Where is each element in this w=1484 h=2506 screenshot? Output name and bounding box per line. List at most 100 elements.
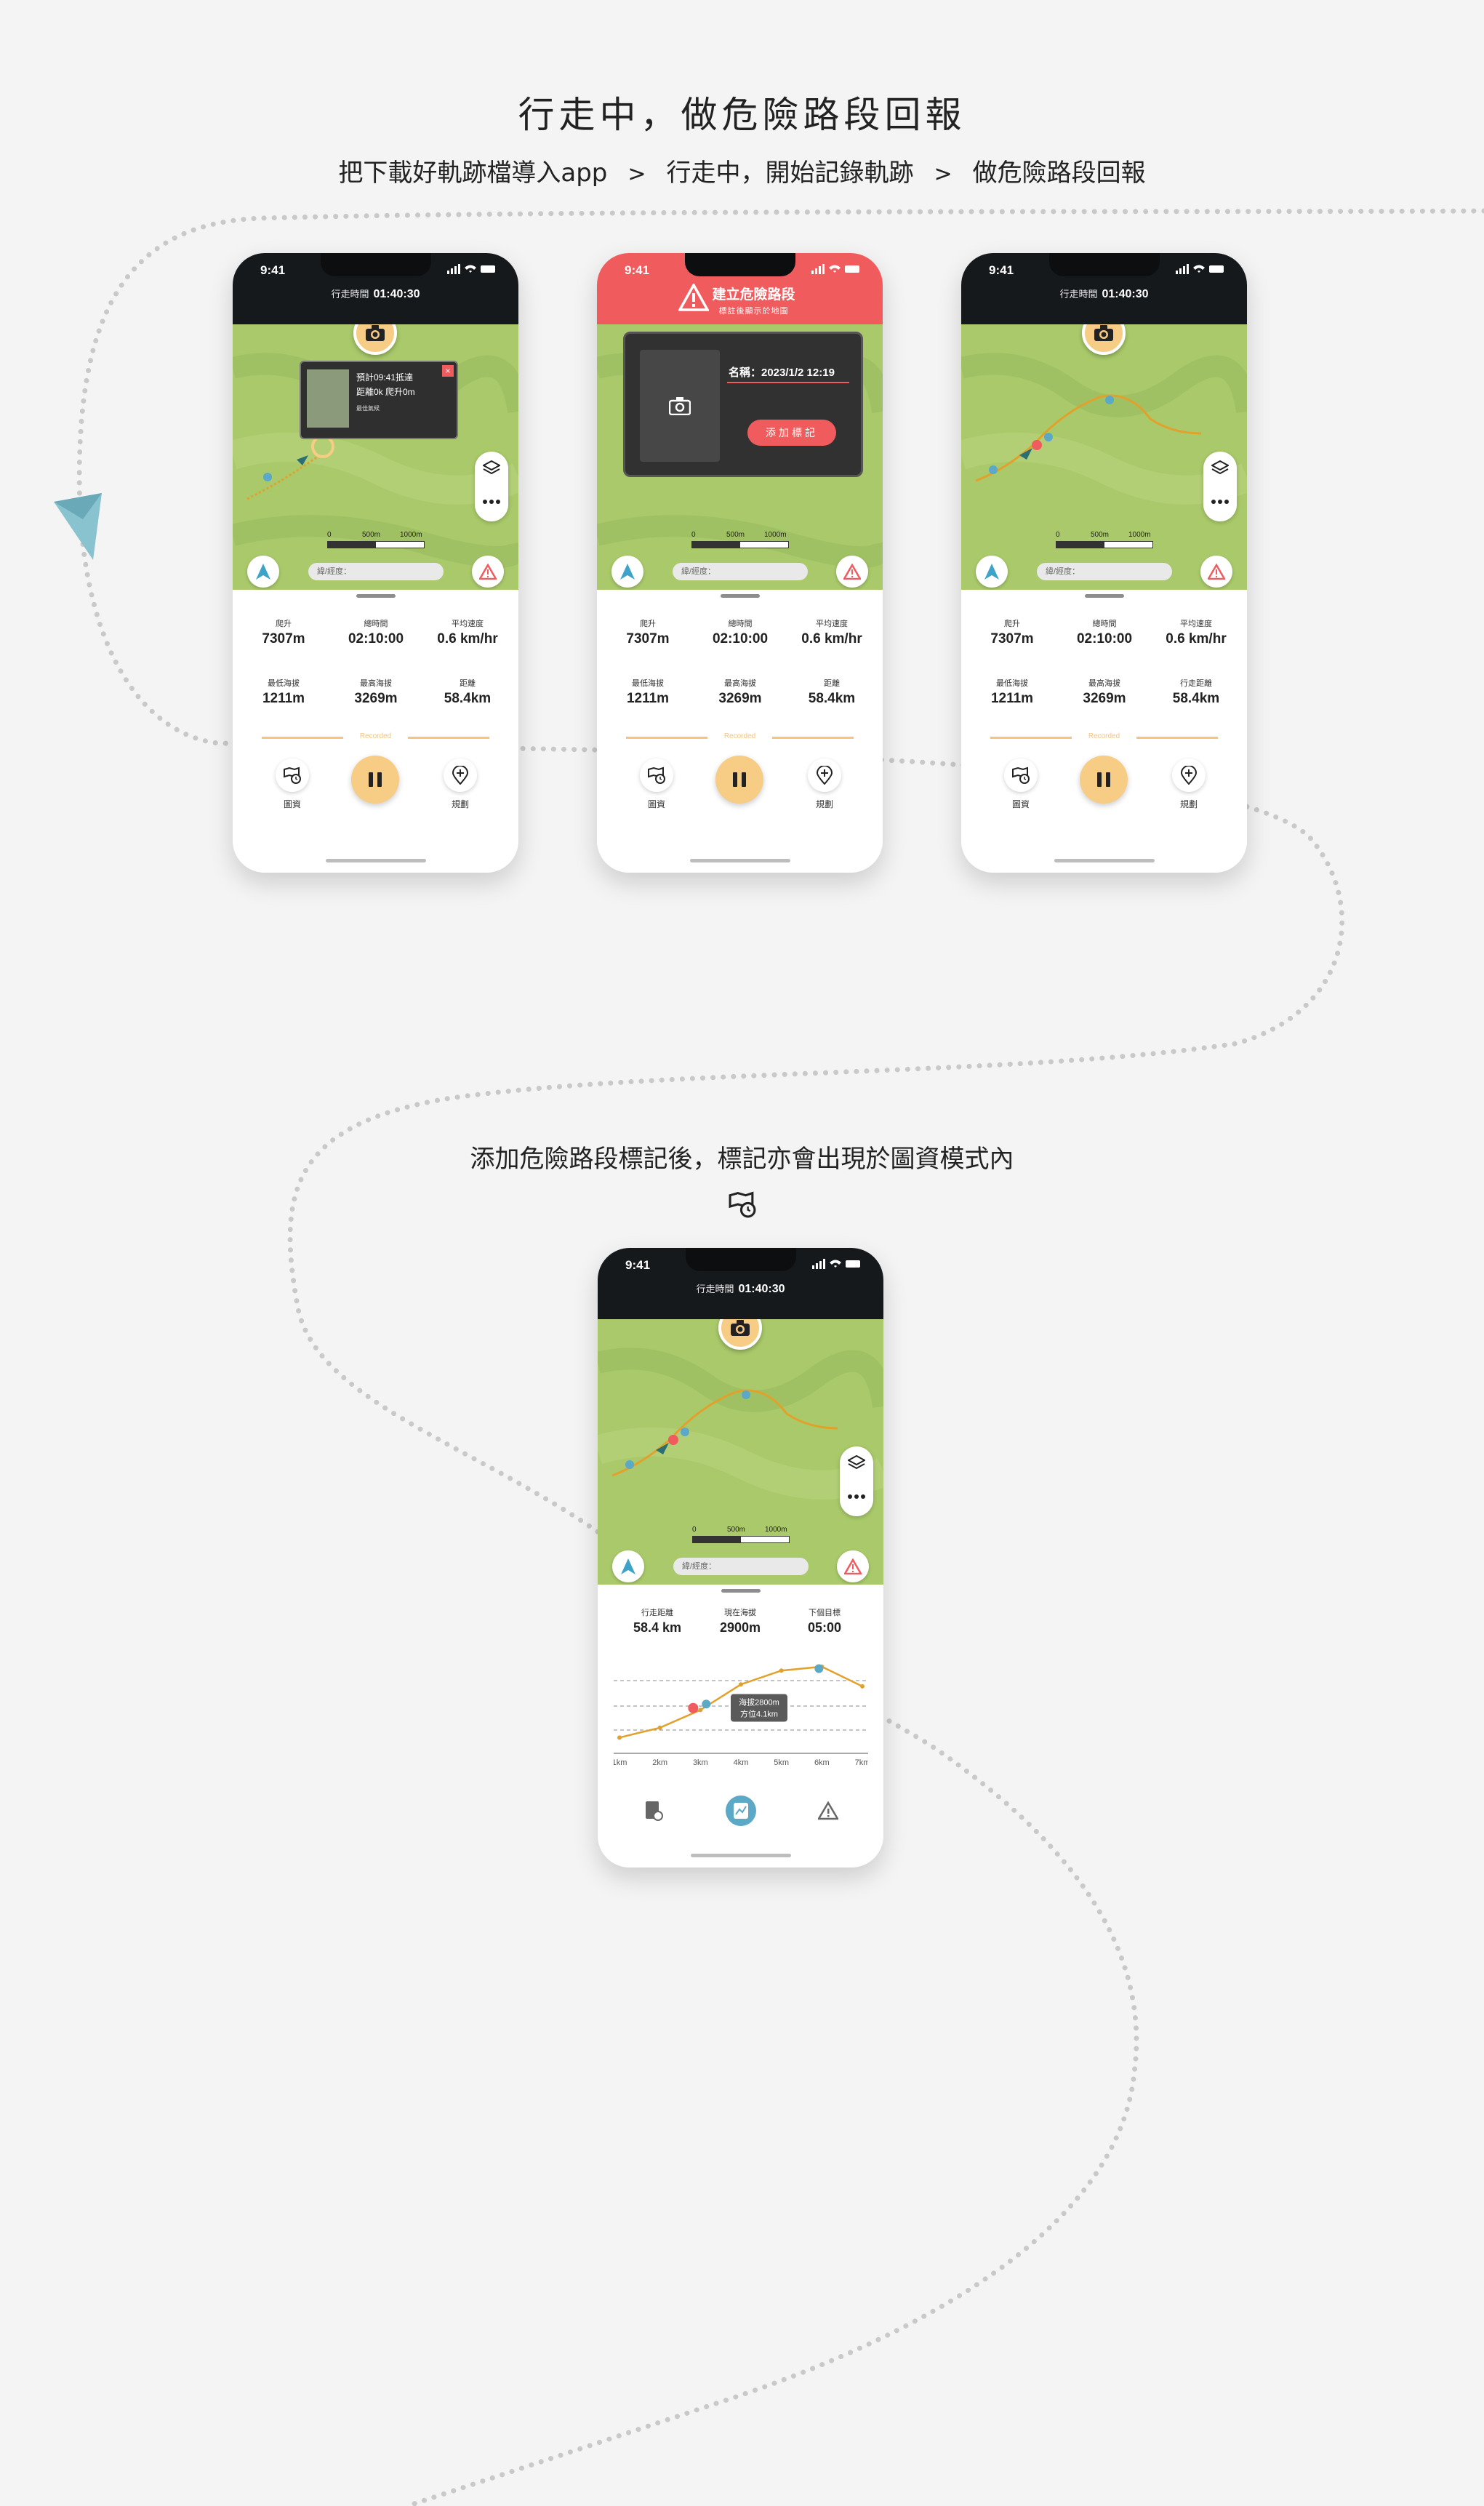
distance-text: 距離0k 爬升0m xyxy=(356,387,415,397)
elevation-chart[interactable]: 1km 2km 3km 4km 5km 6km 7km 海拔2800m方位4.1km xyxy=(614,1652,868,1775)
plus-pin-icon xyxy=(1180,766,1198,785)
recorded-divider: Recorded xyxy=(626,732,854,742)
drag-handle[interactable] xyxy=(356,594,396,598)
map-view[interactable]: 名稱：2023/1/2 12:19 添加標記 0 500m 1000m 緯/經度： xyxy=(597,324,883,590)
map-view[interactable]: 0 500m 1000m 緯/經度： xyxy=(961,324,1247,590)
report-danger-button[interactable] xyxy=(837,1550,869,1582)
plan-button[interactable]: 規劃 xyxy=(438,758,482,810)
locate-button[interactable] xyxy=(247,556,279,588)
notch xyxy=(686,1248,796,1271)
breadcrumb-separator: > xyxy=(627,161,646,187)
map-layers-control[interactable] xyxy=(840,1446,873,1516)
coordinate-input[interactable]: 緯/經度： xyxy=(673,563,808,580)
pause-button[interactable] xyxy=(1080,756,1128,804)
bottom-tab-bar xyxy=(598,1788,883,1832)
recorded-divider: Recorded xyxy=(262,732,489,742)
stat-avg-speed: 平均速度 0.6 km/hr xyxy=(1166,620,1227,646)
map-view[interactable]: 預計09:41抵達 距離0k 爬升0m 最佳氣候 × 0 500m 1000m 緯/… xyxy=(233,324,518,590)
pause-button[interactable] xyxy=(715,756,763,804)
stat-min-elev: 最低海拔 1211m xyxy=(626,679,670,706)
more-icon[interactable] xyxy=(483,500,500,504)
report-danger-button[interactable] xyxy=(472,556,504,588)
locate-button[interactable] xyxy=(611,556,643,588)
coordinate-input[interactable]: 緯/經度： xyxy=(308,563,444,580)
walk-time-label: 行走時間 xyxy=(331,289,369,300)
weather-text: 最佳氣候 xyxy=(356,405,380,412)
notch xyxy=(685,253,795,276)
more-icon[interactable] xyxy=(848,1494,865,1499)
map-info-button[interactable]: 圖資 xyxy=(270,758,314,810)
stat-max-elev: 最高海拔 3269m xyxy=(718,679,762,706)
add-photo-button[interactable] xyxy=(640,350,720,462)
stat-walk-distance: 行走距離 58.4 km xyxy=(633,1609,682,1635)
warning-icon xyxy=(843,564,861,580)
scale-label: 0 xyxy=(327,531,332,539)
close-icon[interactable]: × xyxy=(442,365,454,377)
map-info-button[interactable]: 圖資 xyxy=(635,758,678,810)
section-caption: 添加危險路段標記後，標記亦會出現於圖資模式內 xyxy=(470,1145,1014,1174)
add-marker-button[interactable]: 添加標記 xyxy=(747,420,836,446)
scale-label: 1000m xyxy=(764,531,787,539)
elevation-sheet: 行走距離 58.4 km 現在海拔 2900m 下個目標 05:00 1km 2km 3k… xyxy=(598,1585,883,1868)
navigation-arrow-icon xyxy=(984,564,999,580)
status-time: 9:41 xyxy=(260,263,286,277)
chart-point xyxy=(739,1682,743,1687)
top-bar: 9:41 行走時間 01:40:30 xyxy=(598,1248,883,1319)
stat-avg-speed: 平均速度 0.6 km/hr xyxy=(437,620,498,646)
chart-point xyxy=(657,1725,662,1730)
notch xyxy=(321,253,431,276)
stat-current-elevation: 現在海拔 2900m xyxy=(719,1609,761,1635)
chart-tick-label: 4km xyxy=(734,1758,749,1767)
walk-time-label: 行走時間 xyxy=(1059,289,1098,300)
chart-point xyxy=(617,1735,622,1740)
status-icons xyxy=(812,1259,860,1269)
drag-handle[interactable] xyxy=(721,594,760,598)
map-layers-control[interactable] xyxy=(475,452,508,521)
more-icon[interactable] xyxy=(1211,500,1229,504)
map-scale: 0 500m 1000m xyxy=(692,1526,790,1543)
plan-button[interactable]: 規劃 xyxy=(1167,758,1211,810)
map-clock-icon xyxy=(284,766,301,784)
status-time: 9:41 xyxy=(989,263,1014,277)
coordinate-input[interactable]: 緯/經度： xyxy=(1037,563,1172,580)
map-layers-control[interactable] xyxy=(1203,452,1237,521)
walk-time: 行走時間 01:40:30 xyxy=(598,1281,883,1296)
drag-handle[interactable] xyxy=(1085,594,1124,598)
locate-button[interactable] xyxy=(612,1550,644,1582)
map-clock-icon xyxy=(729,1191,756,1218)
phone-marker-added: 9:41 行走時間 01:40:30 0 500m 1000m 緯/經度： 爬升… xyxy=(961,253,1247,873)
status-icons xyxy=(1176,264,1224,274)
drag-handle[interactable] xyxy=(721,1589,761,1593)
tab-route-info[interactable] xyxy=(635,1793,672,1829)
map-view[interactable]: 0 500m 1000m 緯/經度： xyxy=(598,1319,883,1585)
warning-icon xyxy=(1208,564,1225,580)
tooltip-line-2: 方位4.1km xyxy=(740,1709,778,1719)
navigation-arrow-icon xyxy=(256,564,270,580)
locate-button[interactable] xyxy=(976,556,1008,588)
waypoint-info-card[interactable]: 預計09:41抵達 距離0k 爬升0m 最佳氣候 × xyxy=(300,361,458,439)
tab-elevation[interactable] xyxy=(723,1793,759,1829)
paper-plane-icon xyxy=(54,493,102,560)
walk-time: 行走時間 01:40:30 xyxy=(961,287,1247,301)
camera-add-icon xyxy=(669,397,691,415)
map-scale: 0 500m 1000m xyxy=(327,531,425,548)
report-danger-button[interactable] xyxy=(836,556,868,588)
elevation-tab-icon xyxy=(726,1796,756,1826)
coordinate-input[interactable]: 緯/經度： xyxy=(673,1558,809,1575)
chart-tick-label: 2km xyxy=(652,1758,667,1767)
top-bar-danger: 9:41 建立危險路段 標註後顯示於地圖 xyxy=(597,253,883,324)
chart-point xyxy=(860,1684,865,1689)
plan-button[interactable]: 規劃 xyxy=(803,758,846,810)
map-info-button[interactable]: 圖資 xyxy=(999,758,1043,810)
report-danger-button[interactable] xyxy=(1200,556,1232,588)
map-scale: 0 500m 1000m xyxy=(1056,531,1153,548)
danger-marker-dialog[interactable]: 名稱：2023/1/2 12:19 添加標記 xyxy=(623,332,863,477)
warning-icon xyxy=(818,1801,838,1820)
tab-danger-list[interactable] xyxy=(810,1793,846,1829)
layers-icon xyxy=(848,1455,865,1470)
chart-tick-label: 7km xyxy=(855,1758,868,1767)
pause-button[interactable] xyxy=(351,756,399,804)
map-scale: 0 500m 1000m xyxy=(691,531,789,548)
camera-icon xyxy=(366,325,385,341)
marker-name-field[interactable]: 名稱：2023/1/2 12:19 xyxy=(729,364,835,380)
